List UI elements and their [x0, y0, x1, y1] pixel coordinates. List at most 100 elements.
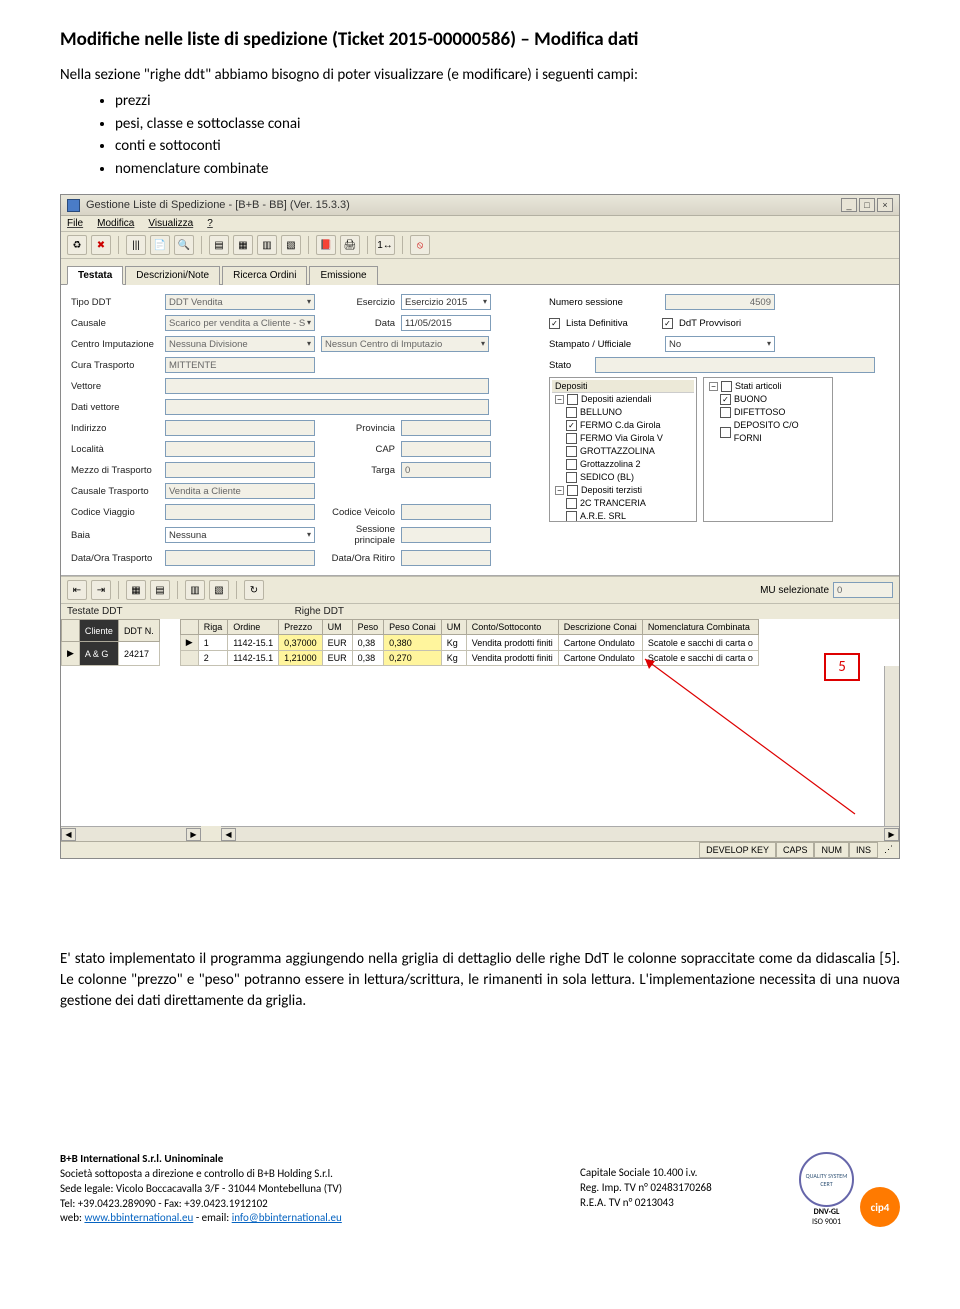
tb-one-icon[interactable]: 1↔	[375, 235, 395, 255]
dataret-input[interactable]	[401, 550, 491, 566]
maximize-button[interactable]: □	[859, 198, 875, 212]
tipo-ddt-combo[interactable]: DDT Vendita	[165, 294, 315, 310]
mt-refresh-icon[interactable]: ↻	[244, 580, 264, 600]
tree-item: Depositi aziendali	[581, 393, 652, 406]
footer-l3: Sede legale: Vicolo Boccacavalla 3/F - 3…	[60, 1182, 342, 1195]
table-row[interactable]: ▶ 1 1142-15.1 0,37000 EUR 0,38 0,380 Kg …	[180, 635, 758, 651]
dataora-input[interactable]	[165, 550, 315, 566]
dativettore-input[interactable]	[165, 399, 489, 415]
grid-righe[interactable]: Riga Ordine Prezzo UM Peso Peso Conai UM…	[180, 619, 759, 666]
cap-input[interactable]	[401, 441, 491, 457]
stati-tree[interactable]: −Stati articoli ✓BUONO DIFETTOSO DEPOSIT…	[703, 377, 833, 522]
cell: A & G	[79, 642, 118, 666]
sessprin-input[interactable]	[401, 527, 491, 543]
tb-list2-icon[interactable]: ▦	[233, 235, 253, 255]
hscroll-right[interactable]: ◀▶	[221, 826, 899, 841]
menu-help[interactable]: ?	[207, 218, 213, 229]
mt-grid4-icon[interactable]: ▧	[209, 580, 229, 600]
cell-prezzo[interactable]: 0,37000	[279, 635, 323, 651]
menu-visualizza[interactable]: Visualizza	[148, 218, 193, 229]
col-ordine[interactable]: Ordine	[228, 620, 279, 635]
tb-list-icon[interactable]: ▤	[209, 235, 229, 255]
lbl-data: Data	[321, 318, 395, 329]
col-nomencl[interactable]: Nomenclatura Combinata	[642, 620, 758, 635]
stampato-combo[interactable]: No	[665, 336, 775, 352]
centro-combo[interactable]: Nessuna Divisione	[165, 336, 315, 352]
cell: 1142-15.1	[228, 651, 279, 666]
localita-input[interactable]	[165, 441, 315, 457]
mt-grid2-icon[interactable]: ▤	[150, 580, 170, 600]
col-conto[interactable]: Conto/Sottoconto	[466, 620, 558, 635]
col-descconai[interactable]: Descrizione Conai	[558, 620, 642, 635]
codveic-input[interactable]	[401, 504, 491, 520]
col-riga[interactable]: Riga	[198, 620, 228, 635]
status-num: NUM	[814, 842, 849, 858]
indirizzo-input[interactable]	[165, 420, 315, 436]
cura-input[interactable]: MITTENTE	[165, 357, 315, 373]
col-prezzo[interactable]: Prezzo	[279, 620, 323, 635]
vscroll[interactable]	[884, 666, 899, 826]
lbl-mezzo: Mezzo di Trasporto	[71, 465, 159, 476]
mt-grid3-icon[interactable]: ▥	[185, 580, 205, 600]
tb-book-icon[interactable]: 📕	[316, 235, 336, 255]
centro2-combo[interactable]: Nessun Centro di Imputazio	[321, 336, 489, 352]
close-button[interactable]: ×	[877, 198, 893, 212]
tb-list4-icon[interactable]: ▧	[281, 235, 301, 255]
tb-print-icon[interactable]: 🖨	[340, 235, 360, 255]
provincia-input[interactable]	[401, 420, 491, 436]
tb-stop-icon[interactable]: ⦸	[410, 235, 430, 255]
toolbar: ♻ ✖ ||| 📄 🔍 ▤ ▦ ▥ ▧ 📕 🖨 1↔ ⦸	[61, 232, 899, 259]
tb-recycle-icon[interactable]: ♻	[67, 235, 87, 255]
tab-descrizioni[interactable]: Descrizioni/Note	[125, 266, 220, 285]
mt-right-icon[interactable]: ⇥	[91, 580, 111, 600]
footer-l2: Società sottoposta a direzione e control…	[60, 1167, 333, 1180]
esercizio-combo[interactable]: Esercizio 2015	[401, 294, 491, 310]
tb-barcode-icon[interactable]: |||	[126, 235, 146, 255]
col-pesoconai[interactable]: Peso Conai	[384, 620, 442, 635]
codvia-input[interactable]	[165, 504, 315, 520]
depositi-tree[interactable]: Depositi −Depositi aziendali BELLUNO ✓FE…	[549, 377, 697, 522]
mt-grid-icon[interactable]: ▦	[126, 580, 146, 600]
causale-combo[interactable]: Scarico per vendita a Cliente - S	[165, 315, 315, 331]
tb-search-icon[interactable]: 🔍	[174, 235, 194, 255]
col-um2[interactable]: UM	[441, 620, 466, 635]
mezzo-input[interactable]	[165, 462, 315, 478]
col-peso[interactable]: Peso	[352, 620, 384, 635]
lbl-vettore: Vettore	[71, 381, 159, 392]
ddtprov-check[interactable]: ✓	[662, 318, 673, 329]
footer-email-link[interactable]: info@bbinternational.eu	[232, 1211, 342, 1224]
tb-list3-icon[interactable]: ▥	[257, 235, 277, 255]
cell-pesoconai[interactable]: 0,380	[384, 635, 442, 651]
hscroll-left[interactable]: ◀▶	[61, 826, 201, 841]
tree-item: FERMO Via Girola V	[580, 432, 663, 445]
data-input[interactable]: 11/05/2015	[401, 315, 491, 331]
menu-modifica[interactable]: Modifica	[97, 218, 134, 229]
cell-prezzo[interactable]: 1,21000	[279, 651, 323, 666]
cell: Kg	[441, 651, 466, 666]
col-um[interactable]: UM	[322, 620, 352, 635]
cell-pesoconai[interactable]: 0,270	[384, 651, 442, 666]
causaletr-input[interactable]: Vendita a Cliente	[165, 483, 315, 499]
tb-doc-icon[interactable]: 📄	[150, 235, 170, 255]
stato-input[interactable]	[595, 357, 875, 373]
stati-header: Stati articoli	[735, 380, 782, 393]
table-row[interactable]: 2 1142-15.1 1,21000 EUR 0,38 0,270 Kg Ve…	[180, 651, 758, 666]
minimize-button[interactable]: _	[841, 198, 857, 212]
mt-left-icon[interactable]: ⇤	[67, 580, 87, 600]
baia-combo[interactable]: Nessuna	[165, 527, 315, 543]
col-cliente[interactable]: Cliente	[79, 620, 118, 642]
listadef-check[interactable]: ✓	[549, 318, 560, 329]
cell: EUR	[322, 635, 352, 651]
tab-ricerca[interactable]: Ricerca Ordini	[222, 266, 307, 285]
col-ddtn[interactable]: DDT N.	[118, 620, 159, 642]
menu-file[interactable]: File	[67, 218, 83, 229]
tree-item: Depositi terzisti	[581, 484, 642, 497]
grid-testate[interactable]: Cliente DDT N. ▶ A & G 24217	[61, 619, 160, 666]
mu-label: MU selezionate	[760, 585, 829, 596]
tab-testata[interactable]: Testata	[67, 266, 123, 285]
targa-input[interactable]: 0	[401, 462, 491, 478]
footer-web-link[interactable]: www.bbinternational.eu	[84, 1211, 193, 1224]
tb-cross-icon[interactable]: ✖	[91, 235, 111, 255]
tab-emissione[interactable]: Emissione	[309, 266, 377, 285]
vettore-input[interactable]	[165, 378, 489, 394]
